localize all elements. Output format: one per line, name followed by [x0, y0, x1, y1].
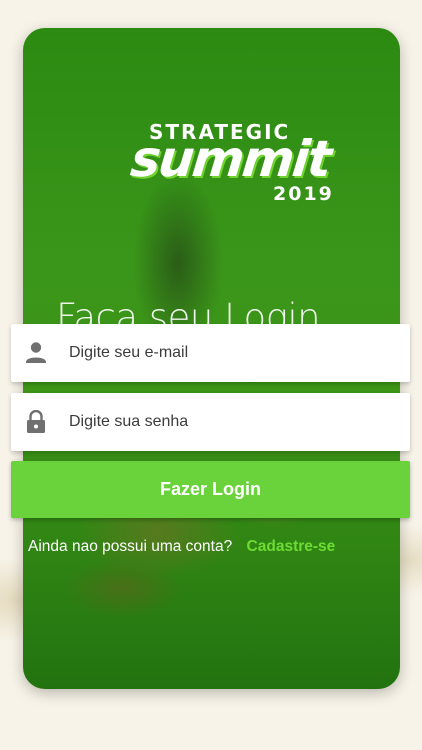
- signup-row: Ainda nao possui uma conta? Cadastre-se: [28, 538, 335, 556]
- login-button[interactable]: Fazer Login: [11, 461, 410, 518]
- lock-icon: [25, 409, 47, 434]
- strategic-summit-logo: STRATEGIC summit 2019: [127, 120, 341, 210]
- email-field[interactable]: [11, 324, 410, 382]
- password-input[interactable]: [69, 393, 399, 451]
- password-field[interactable]: [11, 393, 410, 451]
- logo-main-text: summit: [127, 130, 333, 188]
- person-icon: [25, 341, 47, 365]
- logo-year-text: 2019: [273, 183, 334, 205]
- signup-link[interactable]: Cadastre-se: [247, 538, 336, 555]
- email-input[interactable]: [69, 324, 399, 382]
- signup-prompt: Ainda nao possui uma conta?: [28, 538, 233, 555]
